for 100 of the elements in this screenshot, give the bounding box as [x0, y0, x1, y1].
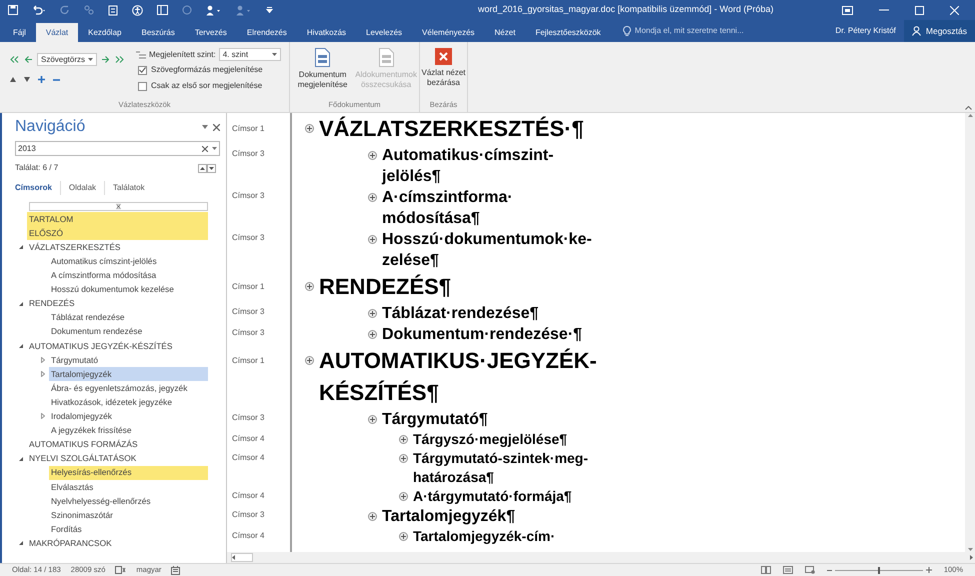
- expand-outline-icon[interactable]: [399, 435, 408, 444]
- scroll-right-icon[interactable]: [970, 555, 973, 560]
- ribbon-tab[interactable]: Beszúrás: [131, 23, 185, 42]
- expand-outline-icon[interactable]: [399, 492, 408, 501]
- ribbon-tab[interactable]: Tervezés: [184, 23, 237, 42]
- customize-icon[interactable]: [266, 7, 273, 13]
- maximize-icon[interactable]: [915, 6, 924, 14]
- heading-item[interactable]: AUTOMATIKUS FORMÁZÁS: [27, 438, 208, 452]
- pane-tab[interactable]: Találatok: [105, 182, 153, 194]
- minimize-icon[interactable]: [879, 9, 889, 11]
- expand-icon[interactable]: [38, 76, 45, 83]
- close-icon[interactable]: [213, 124, 220, 130]
- share-button[interactable]: Megosztás: [904, 20, 975, 42]
- ribbon-tab[interactable]: Véleményezés: [412, 23, 485, 42]
- heading-item[interactable]: ELŐSZÓ: [27, 226, 208, 240]
- heading-item[interactable]: Tartalomjegyzék: [49, 367, 208, 382]
- caret-icon[interactable]: [212, 147, 217, 150]
- ribbon-tab[interactable]: Elrendezés: [236, 23, 297, 42]
- heading-item[interactable]: MAKRÓPARANCSOK: [27, 536, 208, 550]
- accessibility-icon[interactable]: [132, 4, 143, 16]
- promote-to-heading-icon[interactable]: [10, 56, 20, 63]
- expanded-arrow-icon[interactable]: [19, 456, 23, 461]
- demote-to-body-icon[interactable]: [114, 56, 124, 63]
- read-mode-icon[interactable]: [760, 566, 771, 574]
- heading-item[interactable]: AUTOMATIKUS JEGYZÉK-KÉSZÍTÉS: [27, 338, 208, 353]
- expand-outline-icon[interactable]: [305, 356, 314, 365]
- expand-outline-icon[interactable]: [368, 193, 377, 202]
- expanded-arrow-icon[interactable]: [19, 344, 23, 348]
- close-outline-view-button[interactable]: Vázlat nézet bezárása: [420, 42, 467, 99]
- collapse-ribbon-icon[interactable]: [965, 106, 972, 110]
- move-up-icon[interactable]: [10, 77, 16, 82]
- caret-icon[interactable]: [202, 125, 208, 129]
- ribbon-tab[interactable]: Hivatkozás: [296, 23, 356, 42]
- heading-item[interactable]: Nyelvhelyesség-ellenőrzés: [49, 494, 208, 508]
- horizontal-scrollbar[interactable]: [231, 553, 253, 562]
- heading-item[interactable]: Hivatkozások, idézetek jegyzéke: [49, 395, 208, 410]
- person-icon[interactable]: [206, 4, 222, 16]
- pane-tab[interactable]: Címsorok: [15, 182, 60, 194]
- redo-icon[interactable]: [60, 5, 70, 15]
- heading-item[interactable]: Automatikus címszint-jelölés: [49, 254, 208, 268]
- ribbon-tab[interactable]: Nézet: [484, 23, 526, 42]
- expand-outline-icon[interactable]: [368, 151, 377, 160]
- heading-item[interactable]: Táblázat rendezése: [49, 310, 208, 325]
- ribbon-display-icon[interactable]: [842, 6, 853, 14]
- heading-item[interactable]: RENDEZÉS: [27, 296, 208, 311]
- tool-icon[interactable]: [84, 5, 94, 15]
- style-dropdown[interactable]: Szövegtörzs: [37, 53, 97, 66]
- expand-outline-icon[interactable]: [368, 235, 377, 244]
- option-checkbox[interactable]: Csak az első sor megjelenítése: [138, 80, 281, 92]
- heading-item[interactable]: Tárgymutató: [49, 352, 208, 368]
- expanded-arrow-icon[interactable]: [19, 302, 23, 306]
- promote-icon[interactable]: [25, 56, 32, 63]
- ribbon-button[interactable]: Dokumentum megjelenítése: [292, 48, 354, 99]
- clear-icon[interactable]: [202, 146, 208, 152]
- collapsed-arrow-icon[interactable]: [41, 356, 45, 363]
- expand-outline-icon[interactable]: [305, 124, 314, 133]
- proofing-icon[interactable]: [115, 566, 126, 574]
- layout-icon[interactable]: [157, 5, 168, 15]
- ribbon-tab[interactable]: Kezdőlap: [78, 23, 132, 42]
- heading-item[interactable]: TARTALOM: [27, 212, 208, 226]
- expand-outline-icon[interactable]: [399, 532, 408, 541]
- ribbon-tab[interactable]: Fájl: [3, 23, 36, 42]
- calendar-icon[interactable]: [171, 566, 180, 574]
- expand-outline-icon[interactable]: [368, 415, 377, 424]
- option-checkbox[interactable]: Szövegformázás megjelenítése: [138, 64, 281, 76]
- heading-item[interactable]: Ábra- és egyenletszámozás, jegyzék: [49, 381, 208, 396]
- expand-outline-icon[interactable]: [399, 454, 408, 463]
- heading-item[interactable]: Elválasztás: [49, 480, 208, 494]
- expand-outline-icon[interactable]: [368, 512, 377, 521]
- demote-icon[interactable]: [102, 56, 109, 63]
- zoom-in-icon[interactable]: [926, 567, 932, 573]
- pane-tab[interactable]: Oldalak: [60, 182, 104, 194]
- heading-item[interactable]: Helyesírás-ellenőrzés: [49, 466, 208, 480]
- ribbon-tab[interactable]: Vázlat: [36, 23, 78, 42]
- expand-outline-icon[interactable]: [305, 282, 314, 291]
- web-layout-icon[interactable]: [804, 566, 815, 574]
- undo-icon[interactable]: [32, 5, 46, 15]
- previous-result-button[interactable]: [198, 164, 207, 172]
- heading-item[interactable]: A jegyzékek frissítése: [49, 423, 208, 438]
- expand-outline-icon[interactable]: [368, 330, 377, 339]
- circle-icon[interactable]: [182, 5, 192, 15]
- expand-outline-icon[interactable]: [368, 309, 377, 318]
- move-down-icon[interactable]: [24, 77, 30, 82]
- heading-item[interactable]: Fordítás: [49, 522, 208, 536]
- heading-item[interactable]: Szinonimaszótár: [49, 508, 208, 522]
- tell-me-field[interactable]: Mondja el, mit szeretne tenni...: [634, 25, 744, 37]
- next-result-button[interactable]: [207, 164, 216, 172]
- heading-item[interactable]: A címszintforma módosítása: [49, 268, 208, 282]
- save-icon[interactable]: [8, 5, 18, 15]
- heading-item[interactable]: Hosszú dokumentumok kezelése: [49, 282, 208, 297]
- ribbon-tab[interactable]: Levelezés: [356, 23, 412, 42]
- heading-item[interactable]: Dokumentum rendezése: [49, 324, 208, 339]
- user-name[interactable]: Dr. Pétery Kristóf: [827, 25, 904, 37]
- expanded-arrow-icon[interactable]: [19, 541, 23, 546]
- collapsed-arrow-icon[interactable]: [41, 413, 45, 420]
- print-layout-icon[interactable]: [782, 566, 793, 574]
- vertical-scrollbar[interactable]: [965, 113, 975, 552]
- level-dropdown[interactable]: 4. szint: [218, 48, 281, 61]
- expanded-arrow-icon[interactable]: [19, 245, 23, 250]
- heading-item[interactable]: NYELVI SZOLGÁLTATÁSOK: [27, 452, 208, 466]
